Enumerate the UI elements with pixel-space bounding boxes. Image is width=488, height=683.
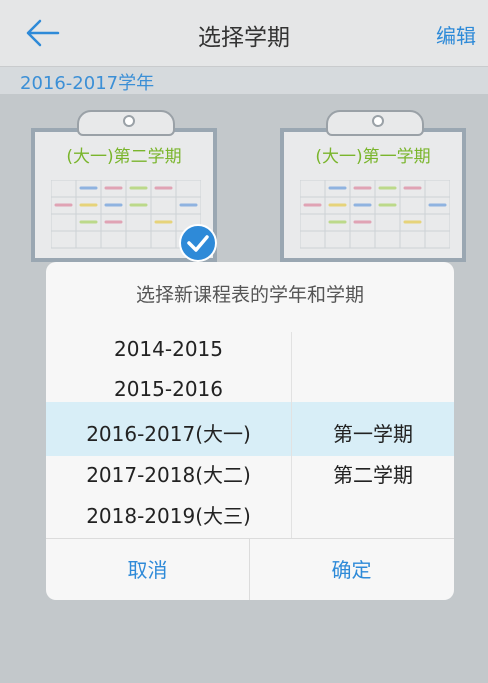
term-option-selected[interactable]: 第一学期 [292,418,454,447]
semester-card[interactable]: (大一)第二学期 [31,110,221,262]
clipboard-clip [77,110,175,136]
dialog-footer: 取消 确定 [46,538,454,600]
academic-year-bar: 2016-2017学年 [0,67,488,94]
clipboard-board: (大一)第一学期 [280,128,466,262]
semester-card[interactable]: (大一)第一学期 [280,110,470,262]
year-term-picker: 2014-2015 2015-2016 2016-2017(大一) 2017-2… [46,332,454,538]
clipboard-clip [326,110,424,136]
academic-year-label: 2016-2017学年 [20,73,155,94]
confirm-button[interactable]: 确定 [250,539,453,600]
term-option[interactable]: 第二学期 [292,459,454,488]
year-option[interactable]: 2014-2015 [46,337,291,361]
page-title: 选择学期 [198,25,290,51]
nav-header: 选择学期 编辑 [0,0,488,67]
semester-card-title: (大一)第二学期 [66,147,182,167]
year-option[interactable]: 2015-2016 [46,377,291,401]
semester-card-title: (大一)第一学期 [315,147,431,167]
cancel-button[interactable]: 取消 [46,539,249,600]
dialog-title: 选择新课程表的学年和学期 [135,284,364,306]
year-option[interactable]: 2017-2018(大二) [46,459,291,488]
year-option[interactable]: 2018-2019(大三) [46,500,291,529]
year-option-selected[interactable]: 2016-2017(大一) [46,418,291,447]
edit-button[interactable]: 编辑 [436,20,476,49]
check-circle-icon [179,224,217,262]
semester-picker-dialog: 选择新课程表的学年和学期 2014-2015 2015-2016 2016-20… [46,262,454,600]
timetable-grid-icon [300,180,450,249]
